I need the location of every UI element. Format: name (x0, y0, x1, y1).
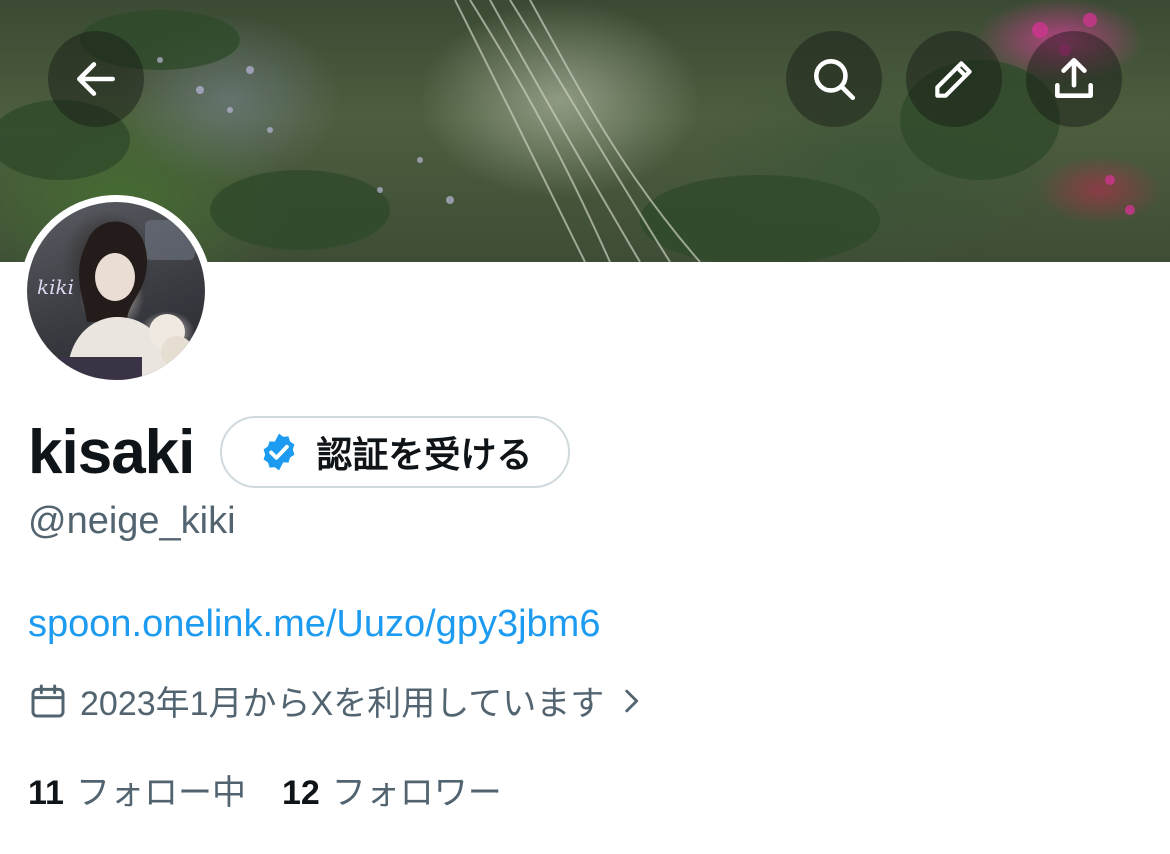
following-link[interactable]: 11 フォロー中 (28, 765, 246, 814)
verified-badge-icon (263, 433, 295, 471)
share-upload-icon (1055, 57, 1093, 98)
profile-avatar[interactable]: kiki (20, 195, 212, 387)
edit-button[interactable] (906, 31, 1002, 127)
search-button[interactable] (786, 31, 882, 127)
get-verified-label: 認証を受ける (316, 434, 533, 475)
pencil-icon (935, 61, 972, 98)
profile-website-link[interactable]: spoon.onelink.me/Uuzo/gpy3jbm6 (28, 603, 600, 646)
name-row: kisaki 認証を受ける (28, 412, 571, 492)
avatar-image: kiki (27, 202, 205, 380)
following-count: 11 (28, 774, 64, 812)
back-button[interactable] (48, 31, 144, 127)
join-date-text: 2023年1月からXを利用しています (80, 685, 605, 723)
share-button[interactable] (1026, 31, 1122, 127)
avatar-illustration: kiki (32, 220, 195, 380)
arrow-left-icon (77, 62, 115, 96)
following-label: フォロー中 (75, 774, 246, 812)
follow-stats: 11 フォロー中 12 フォロワー (28, 765, 502, 814)
followers-count: 12 (281, 774, 320, 812)
calendar-icon (31, 684, 65, 717)
get-verified-button[interactable]: 認証を受ける (220, 416, 571, 488)
svg-text:kiki: kiki (37, 275, 74, 299)
username-handle: @neige_kiki (28, 500, 236, 542)
followers-label: フォロワー (331, 774, 502, 812)
followers-link[interactable]: 12 フォロワー (282, 765, 502, 814)
search-icon (814, 59, 856, 101)
join-date[interactable]: 2023年1月からXを利用しています (28, 676, 648, 725)
display-name: kisaki (28, 417, 195, 487)
chevron-right-icon (625, 689, 639, 712)
